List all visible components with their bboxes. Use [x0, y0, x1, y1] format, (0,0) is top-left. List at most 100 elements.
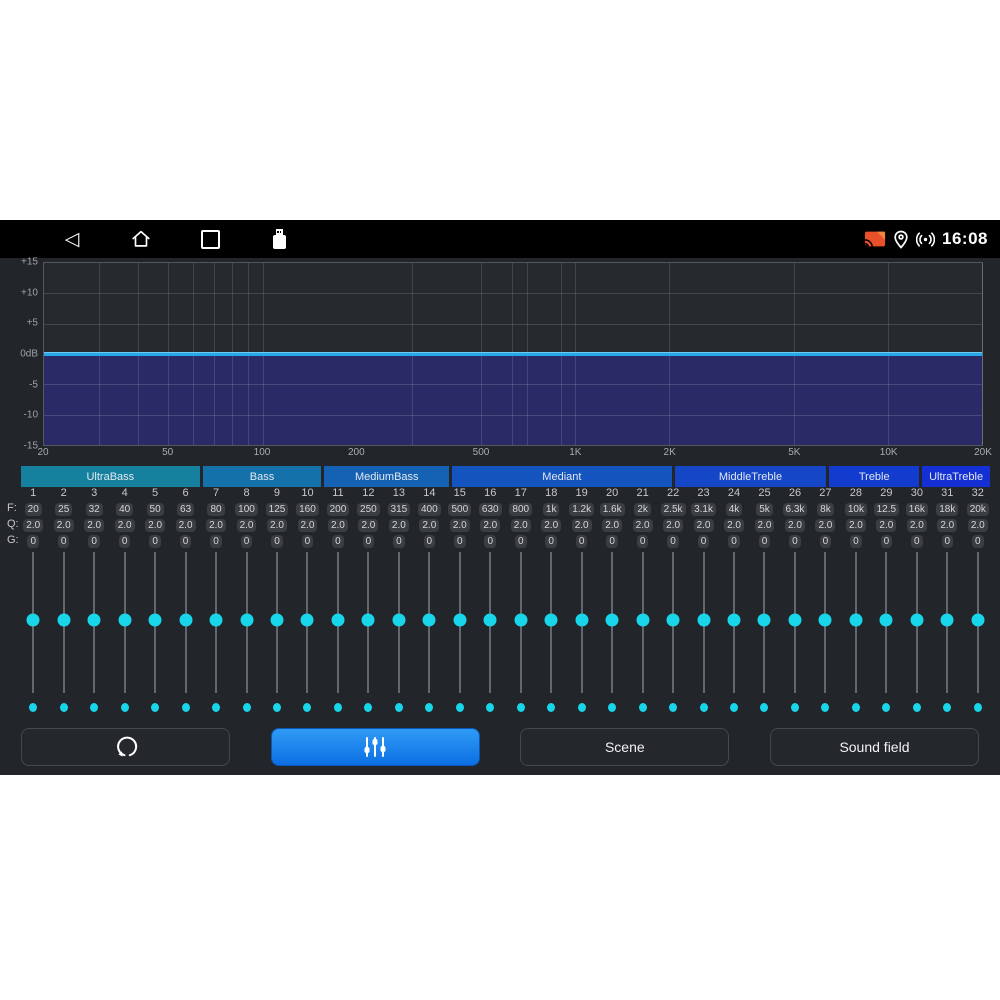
slider-thumb[interactable]: [697, 614, 710, 627]
equalizer-button[interactable]: [271, 728, 480, 766]
channel-indicator-dot[interactable]: [60, 703, 68, 712]
scene-button[interactable]: Scene: [520, 728, 729, 766]
gain-slider[interactable]: [475, 552, 505, 693]
gain-slider[interactable]: [841, 552, 871, 693]
gain-slider[interactable]: [201, 552, 231, 693]
recents-icon[interactable]: [198, 227, 222, 251]
gain-slider[interactable]: [780, 552, 810, 693]
gain-slider[interactable]: [18, 552, 48, 693]
gain-slider[interactable]: [566, 552, 596, 693]
channel-indicator-dot[interactable]: [395, 703, 403, 712]
gain-slider[interactable]: [170, 552, 200, 693]
channel-indicator-dot[interactable]: [974, 703, 982, 712]
slider-thumb[interactable]: [362, 614, 375, 627]
channel-indicator-dot[interactable]: [182, 703, 190, 712]
slider-thumb[interactable]: [270, 614, 283, 627]
band-segment-mediumbass[interactable]: MediumBass: [324, 466, 449, 487]
channel-indicator-dot[interactable]: [517, 703, 525, 712]
gain-slider[interactable]: [536, 552, 566, 693]
slider-thumb[interactable]: [301, 614, 314, 627]
gain-slider[interactable]: [323, 552, 353, 693]
slider-thumb[interactable]: [849, 614, 862, 627]
slider-thumb[interactable]: [240, 614, 253, 627]
channel-indicator-dot[interactable]: [212, 703, 220, 712]
channel-indicator-dot[interactable]: [456, 703, 464, 712]
slider-thumb[interactable]: [819, 614, 832, 627]
gain-slider[interactable]: [231, 552, 261, 693]
band-segment-mediant[interactable]: Mediant: [452, 466, 672, 487]
channel-indicator-dot[interactable]: [882, 703, 890, 712]
slider-thumb[interactable]: [392, 614, 405, 627]
gain-slider[interactable]: [109, 552, 139, 693]
channel-indicator-dot[interactable]: [364, 703, 372, 712]
channel-indicator-dot[interactable]: [943, 703, 951, 712]
channel-indicator-dot[interactable]: [121, 703, 129, 712]
slider-thumb[interactable]: [636, 614, 649, 627]
channel-indicator-dot[interactable]: [821, 703, 829, 712]
slider-thumb[interactable]: [179, 614, 192, 627]
channel-indicator-dot[interactable]: [760, 703, 768, 712]
gain-slider[interactable]: [140, 552, 170, 693]
sound-field-button[interactable]: Sound field: [770, 728, 979, 766]
slider-thumb[interactable]: [210, 614, 223, 627]
gain-slider[interactable]: [932, 552, 962, 693]
channel-indicator-dot[interactable]: [700, 703, 708, 712]
channel-indicator-dot[interactable]: [29, 703, 37, 712]
slider-thumb[interactable]: [484, 614, 497, 627]
slider-thumb[interactable]: [606, 614, 619, 627]
home-icon[interactable]: [129, 227, 153, 251]
slider-thumb[interactable]: [788, 614, 801, 627]
gain-slider[interactable]: [48, 552, 78, 693]
channel-indicator-dot[interactable]: [639, 703, 647, 712]
slider-thumb[interactable]: [423, 614, 436, 627]
gain-slider[interactable]: [810, 552, 840, 693]
usb-icon[interactable]: [267, 227, 291, 251]
channel-indicator-dot[interactable]: [547, 703, 555, 712]
slider-thumb[interactable]: [149, 614, 162, 627]
slider-thumb[interactable]: [514, 614, 527, 627]
gain-slider[interactable]: [506, 552, 536, 693]
slider-thumb[interactable]: [910, 614, 923, 627]
gain-slider[interactable]: [963, 552, 993, 693]
gain-slider[interactable]: [384, 552, 414, 693]
channel-indicator-dot[interactable]: [334, 703, 342, 712]
slider-thumb[interactable]: [880, 614, 893, 627]
slider-thumb[interactable]: [728, 614, 741, 627]
channel-indicator-dot[interactable]: [578, 703, 586, 712]
slider-thumb[interactable]: [57, 614, 70, 627]
gain-slider[interactable]: [902, 552, 932, 693]
slider-thumb[interactable]: [331, 614, 344, 627]
slider-thumb[interactable]: [941, 614, 954, 627]
channel-indicator-dot[interactable]: [303, 703, 311, 712]
band-segment-bass[interactable]: Bass: [203, 466, 322, 487]
channel-indicator-dot[interactable]: [151, 703, 159, 712]
gain-slider[interactable]: [445, 552, 475, 693]
back-icon[interactable]: ◁: [60, 227, 84, 251]
slider-thumb[interactable]: [575, 614, 588, 627]
channel-indicator-dot[interactable]: [90, 703, 98, 712]
gain-slider[interactable]: [658, 552, 688, 693]
gain-slider[interactable]: [719, 552, 749, 693]
reset-button[interactable]: [21, 728, 230, 766]
gain-slider[interactable]: [749, 552, 779, 693]
channel-indicator-dot[interactable]: [791, 703, 799, 712]
gain-slider[interactable]: [262, 552, 292, 693]
band-segment-ultrabass[interactable]: UltraBass: [21, 466, 200, 487]
channel-indicator-dot[interactable]: [608, 703, 616, 712]
channel-indicator-dot[interactable]: [425, 703, 433, 712]
gain-slider[interactable]: [688, 552, 718, 693]
gain-slider[interactable]: [292, 552, 322, 693]
channel-indicator-dot[interactable]: [730, 703, 738, 712]
slider-thumb[interactable]: [88, 614, 101, 627]
slider-thumb[interactable]: [971, 614, 984, 627]
gain-slider[interactable]: [79, 552, 109, 693]
gain-slider[interactable]: [597, 552, 627, 693]
slider-thumb[interactable]: [453, 614, 466, 627]
gain-slider[interactable]: [414, 552, 444, 693]
band-segment-middletreble[interactable]: MiddleTreble: [675, 466, 827, 487]
slider-thumb[interactable]: [545, 614, 558, 627]
slider-thumb[interactable]: [118, 614, 131, 627]
channel-indicator-dot[interactable]: [913, 703, 921, 712]
band-segment-ultratreble[interactable]: UltraTreble: [922, 466, 990, 487]
band-segment-treble[interactable]: Treble: [829, 466, 919, 487]
